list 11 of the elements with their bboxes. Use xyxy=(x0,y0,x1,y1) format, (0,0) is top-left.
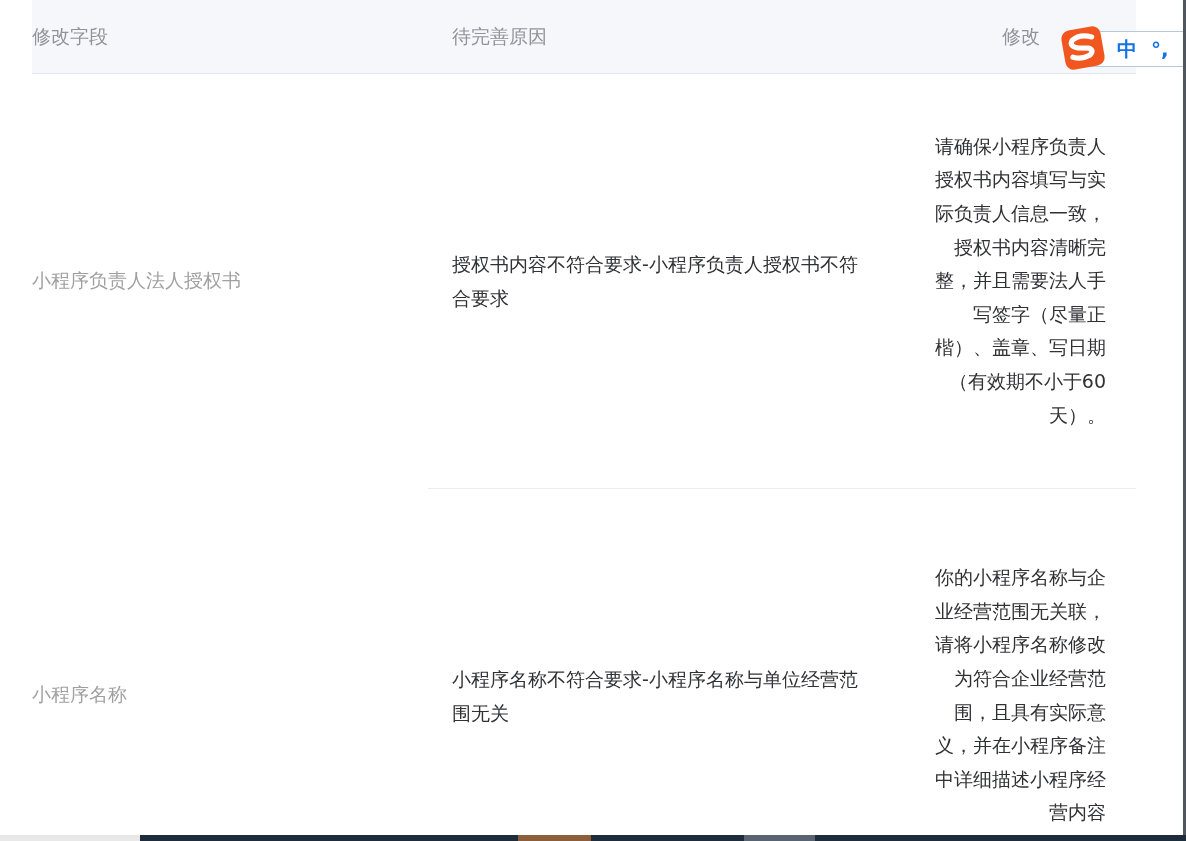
column-header: 修改 xyxy=(1002,23,1040,49)
column-header: 待完善原因 xyxy=(452,23,547,49)
reason-text: 小程序名称不符合要求-小程序名称与单位经营范围无关 xyxy=(452,666,859,726)
reason-text: 授权书内容不符合要求-小程序负责人授权书不符合要求 xyxy=(452,252,859,311)
suggestion-text: 请确保小程序负责人授权书内容填写与实际负责人信息一致，授权书内容清晰完整，并且需要法人手写签字（尽量正楷）、盖章、写日期（有效期不小于60天）。 xyxy=(934,133,1106,428)
column-header: 修改字段 xyxy=(32,23,108,49)
field-name: 小程序负责人法人授权书 xyxy=(32,268,241,293)
suggestion-text: 你的小程序名称与企业经营范围无关联，请将小程序名称修改为符合企业经营范围，且具有实际意义，并在小程序备注中详细描述小程序经营内容 xyxy=(934,565,1106,826)
punctuation-toggle[interactable]: °, xyxy=(1151,37,1169,61)
input-mode-toggle[interactable]: 中 xyxy=(1117,35,1137,63)
field-name: 小程序名称 xyxy=(32,682,127,707)
